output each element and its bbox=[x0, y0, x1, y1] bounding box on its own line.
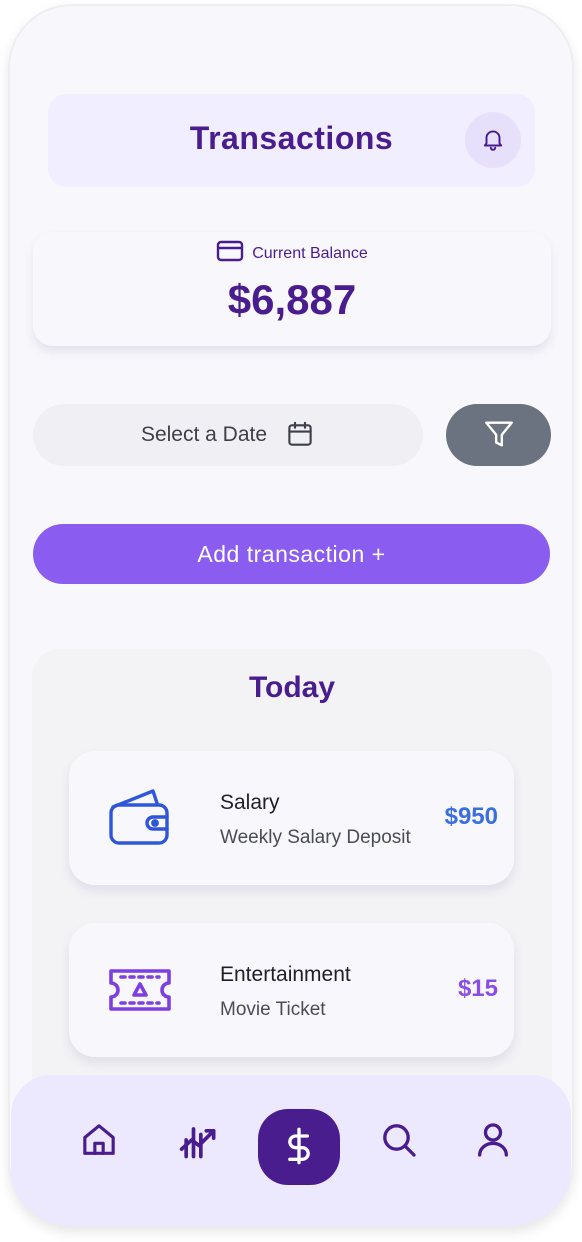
select-date-button[interactable]: Select a Date bbox=[33, 404, 423, 466]
select-date-label: Select a Date bbox=[140, 423, 268, 446]
transaction-amount: $950 bbox=[444, 803, 498, 830]
transaction-description: Movie Ticket bbox=[220, 999, 326, 1020]
balance-label: Current Balance bbox=[252, 244, 368, 262]
bell-icon bbox=[480, 126, 506, 155]
transaction-description: Weekly Salary Deposit bbox=[220, 827, 411, 848]
dollar-icon bbox=[279, 1124, 319, 1171]
transaction-item-salary[interactable]: Salary Weekly Salary Deposit $950 bbox=[69, 751, 514, 885]
nav-home[interactable] bbox=[67, 1109, 131, 1173]
search-icon bbox=[379, 1120, 419, 1163]
transaction-name: Salary bbox=[220, 791, 280, 814]
ticket-icon bbox=[107, 959, 173, 1021]
transaction-name: Entertainment bbox=[220, 963, 351, 986]
balance-amount: $6,887 bbox=[227, 276, 357, 323]
nav-transactions[interactable] bbox=[258, 1109, 340, 1185]
chart-icon bbox=[177, 1118, 221, 1165]
add-transaction-button[interactable]: Add transaction + bbox=[33, 524, 550, 584]
filter-icon bbox=[482, 417, 516, 454]
header: Transactions bbox=[48, 94, 535, 187]
calendar-icon bbox=[285, 419, 315, 452]
section-title: Today bbox=[248, 671, 336, 704]
notifications-button[interactable] bbox=[465, 112, 521, 168]
balance-card: Current Balance $6,887 bbox=[33, 232, 551, 346]
nav-search[interactable] bbox=[367, 1109, 431, 1173]
phone-frame: Transactions Current Balance $6,887 Sele… bbox=[8, 4, 574, 1226]
filter-button[interactable] bbox=[446, 404, 551, 466]
nav-profile[interactable] bbox=[461, 1109, 525, 1173]
transaction-amount: $15 bbox=[457, 975, 498, 1002]
nav-stats[interactable] bbox=[167, 1109, 231, 1173]
user-icon bbox=[473, 1120, 513, 1163]
credit-card-icon bbox=[216, 240, 244, 267]
wallet-icon bbox=[107, 787, 173, 849]
home-icon bbox=[79, 1120, 119, 1163]
page-title: Transactions bbox=[189, 120, 394, 156]
transaction-item-entertainment[interactable]: Entertainment Movie Ticket $15 bbox=[69, 923, 514, 1057]
bottom-nav bbox=[11, 1075, 571, 1226]
